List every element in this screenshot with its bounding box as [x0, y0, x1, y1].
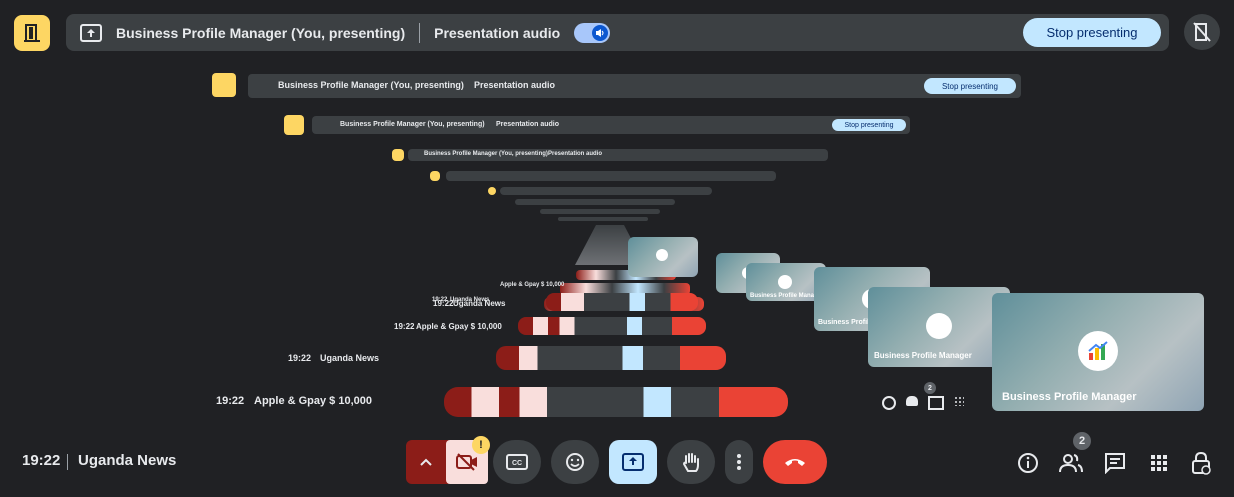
divider — [419, 22, 421, 43]
mirror-controls — [444, 387, 788, 417]
call-end-icon — [785, 459, 805, 466]
mirror-controls — [546, 293, 698, 311]
divider — [67, 454, 68, 470]
presentation-audio-toggle[interactable] — [574, 22, 611, 43]
participant-name: Business Profile Manager — [874, 351, 972, 360]
participant-tile-main: Business Profile Manager — [992, 293, 1204, 411]
participant-tile: Business Profile Manager — [868, 287, 1010, 367]
mirror-bar: Business Profile Manager (You, presentin… — [248, 74, 1021, 98]
mirror-controls — [518, 317, 706, 335]
mirror-audio-label: Presentation audio — [474, 80, 556, 90]
mirror-audio-label: Presentation audio — [548, 151, 603, 157]
more-options-button[interactable] — [725, 440, 753, 484]
mirror-bar — [515, 199, 675, 205]
meeting-details-button[interactable] — [1015, 450, 1041, 476]
meet-logo-button[interactable] — [14, 15, 50, 51]
mirror-clock: 19:22 — [394, 322, 415, 331]
mirror-clock: 19:22 — [288, 353, 312, 363]
participants-count: 2 — [1073, 432, 1091, 450]
mirror-presenting-label: Business Profile Manager (You, presentin… — [424, 151, 548, 157]
presentation-audio-label: Presentation audio — [434, 24, 561, 41]
present-icon — [80, 23, 102, 42]
mirror-audio-label: Presentation audio — [496, 121, 560, 128]
avatar — [656, 249, 668, 261]
mirror-logo — [430, 171, 440, 181]
participant-name: Business Profile Manager — [750, 293, 824, 299]
mirror-meeting-b: Apple & Gpay $ 10,000 — [416, 322, 502, 331]
presenting-label: Business Profile Manager (You, presentin… — [116, 24, 406, 41]
speaker-icon — [592, 24, 609, 41]
mirror-participants-count: 2 — [924, 382, 936, 394]
presenting-bar: Business Profile Manager (You, presentin… — [66, 14, 1169, 51]
mirror-presenting-label: Business Profile Manager (You, presentin… — [278, 80, 464, 90]
people-icon — [1059, 454, 1083, 473]
mirror-bar — [446, 171, 776, 181]
apps-icon — [1151, 455, 1167, 471]
mirror-presenting-label: Business Profile Manager (You, presentin… — [340, 121, 485, 128]
emoji-button[interactable] — [551, 440, 599, 484]
captions-icon: CC — [506, 454, 528, 470]
mirror-bar — [540, 209, 660, 214]
meeting-title: Uganda News — [78, 452, 177, 469]
present-to-all-icon — [622, 453, 644, 471]
door-icon — [24, 24, 40, 42]
mirror-right-icons — [882, 396, 982, 410]
info-icon — [1018, 453, 1038, 473]
mirror-meeting-b: Apple & Gpay $ 10,000 — [254, 395, 372, 407]
people-button[interactable] — [1058, 450, 1084, 476]
host-controls-button[interactable] — [1188, 450, 1214, 476]
present-button[interactable] — [609, 440, 657, 484]
participant-tile — [628, 237, 698, 277]
mirror-logo — [488, 187, 496, 195]
mirror-logo — [392, 149, 404, 161]
mirror-controls — [496, 346, 726, 370]
participant-name: Business Profile Manager — [1002, 391, 1137, 403]
mirror-meeting-a: Uganda News — [320, 353, 380, 363]
mirror-clock: 19:22 — [216, 395, 245, 407]
mirror-logo — [284, 115, 304, 135]
mirror-meeting-b: Apple & Gpay $ 10,000 — [500, 282, 565, 288]
warning-badge: ! — [472, 436, 490, 454]
svg-text:CC: CC — [512, 460, 522, 467]
chevron-up-icon[interactable] — [406, 458, 446, 466]
more-vert-icon — [737, 454, 741, 470]
raise-hand-button[interactable] — [667, 440, 715, 484]
present-off-icon[interactable] — [1184, 14, 1220, 50]
avatar — [926, 313, 952, 339]
stop-presenting-button[interactable]: Stop presenting — [1023, 18, 1161, 47]
mirror-meeting-a: Uganda News — [453, 299, 506, 308]
captions-button[interactable]: CC — [493, 440, 541, 484]
mirror-bar — [500, 187, 712, 195]
activities-button[interactable] — [1146, 450, 1172, 476]
shared-screen-mirror: Business Profile Manager (You, presentin… — [120, 65, 1220, 430]
mirror-logo — [212, 73, 236, 97]
chat-button[interactable] — [1102, 450, 1128, 476]
mirror-stop-button: Stop presenting — [924, 78, 1016, 94]
lock-icon — [1192, 451, 1211, 475]
mirror-bar — [558, 217, 648, 221]
mirror-stop-button: Stop presenting — [832, 119, 906, 131]
avatar — [1078, 331, 1118, 371]
mirror-bar: Business Profile Manager (You, presentin… — [408, 149, 828, 161]
meeting-clock: 19:22 — [22, 452, 61, 469]
business-profile-logo — [1088, 341, 1108, 360]
avatar — [778, 275, 792, 289]
leave-call-button[interactable] — [763, 440, 827, 484]
mirror-bar: Business Profile Manager (You, presentin… — [312, 116, 910, 134]
chat-icon — [1105, 453, 1125, 474]
emoji-icon — [566, 453, 584, 471]
mirror-clock: 19:22 — [433, 299, 454, 308]
raise-hand-icon — [682, 453, 699, 472]
